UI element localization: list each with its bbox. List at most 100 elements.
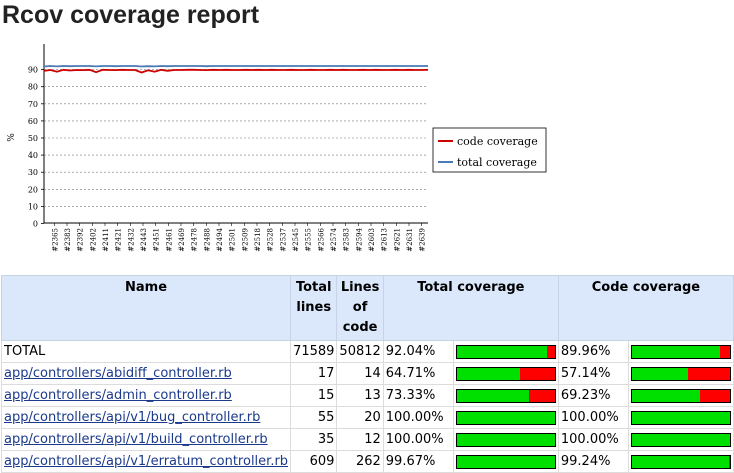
legend-entry: code coverage: [457, 135, 538, 148]
table-header-row: Name Total lines Lines of code Total cov…: [0, 275, 734, 341]
code-coverage-bar: [631, 432, 731, 447]
code-coverage-bar-cell: [628, 340, 734, 363]
code-coverage-percent: 57.14%: [557, 362, 630, 385]
file-name-cell: app/controllers/api/v1/erratum_controlle…: [0, 450, 292, 473]
lines-of-code-cell: 14: [336, 362, 384, 385]
total-coverage-bar-fill: [457, 455, 555, 468]
x-tick-label: #2461: [165, 228, 173, 252]
table-row: app/controllers/api/v1/bug_controller.rb…: [0, 406, 734, 429]
y-tick-label: 80: [28, 83, 38, 92]
column-header-total-lines[interactable]: Total lines: [290, 275, 338, 341]
y-tick-label: 10: [28, 202, 38, 211]
table-row: app/controllers/abidiff_controller.rb 17 1…: [0, 362, 734, 385]
x-tick-label: #2574: [330, 227, 338, 251]
table-row: app/controllers/api/v1/build_controller.…: [0, 428, 734, 451]
code-coverage-bar-fill: [632, 455, 730, 468]
page-title: Rcov coverage report: [2, 1, 260, 29]
lines-of-code-cell: 262: [336, 450, 384, 473]
code-coverage-percent: 69.23%: [557, 384, 630, 407]
x-tick-label: #2478: [191, 228, 199, 252]
table-row: app/controllers/api/v1/erratum_controlle…: [0, 450, 734, 473]
x-tick-label: #2421: [115, 228, 123, 252]
y-axis-label: %: [7, 133, 17, 142]
total-coverage-bar-fill: [457, 411, 555, 424]
x-tick-label: #2383: [64, 228, 72, 252]
lines-of-code-cell: 13: [336, 384, 384, 407]
column-header-name[interactable]: Name: [0, 275, 292, 341]
file-name-cell: app/controllers/api/v1/build_controller.…: [0, 428, 292, 451]
x-tick-label: #2392: [77, 228, 85, 252]
x-tick-label: #2509: [241, 228, 249, 252]
file-link[interactable]: app/controllers/api/v1/bug_controller.rb: [4, 410, 260, 425]
file-name-cell: app/controllers/abidiff_controller.rb: [0, 362, 292, 385]
total-coverage-percent: 73.33%: [382, 384, 455, 407]
y-tick-label: 40: [28, 151, 38, 160]
total-lines-cell: 55: [290, 406, 338, 429]
code-coverage-bar-cell: [628, 362, 734, 385]
total-coverage-bar-cell: [453, 450, 559, 473]
column-header-code-coverage[interactable]: Code coverage: [557, 275, 734, 341]
file-link[interactable]: app/controllers/admin_controller.rb: [4, 388, 232, 403]
x-tick-label: #2528: [267, 228, 275, 252]
file-link[interactable]: app/controllers/api/v1/erratum_controlle…: [4, 454, 288, 469]
x-tick-label: #2501: [229, 228, 237, 252]
code-coverage-bar-fill: [632, 411, 730, 424]
total-coverage-bar: [456, 410, 556, 425]
x-tick-label: #2518: [254, 228, 262, 252]
y-tick-label: 30: [28, 168, 38, 177]
file-link[interactable]: app/controllers/api/v1/build_controller.…: [4, 432, 268, 447]
x-tick-label: #2365: [51, 228, 59, 252]
total-coverage-bar-cell: [453, 340, 559, 363]
x-tick-label: #2631: [406, 228, 414, 252]
code-coverage-percent: 100.00%: [557, 428, 630, 451]
x-tick-label: #2451: [153, 228, 161, 252]
total-lines-cell: 15: [290, 384, 338, 407]
lines-of-code-cell: 12: [336, 428, 384, 451]
code-coverage-bar-cell: [628, 450, 734, 473]
total-coverage-percent: 100.00%: [382, 428, 455, 451]
code-coverage-bar: [631, 454, 731, 469]
total-coverage-bar-fill: [457, 433, 555, 446]
x-tick-label: #2603: [368, 228, 376, 252]
y-tick-label: 0: [33, 220, 38, 229]
code-coverage-bar: [631, 366, 731, 381]
x-tick-label: #2432: [127, 228, 135, 252]
table-row: app/controllers/admin_controller.rb 15 13 7…: [0, 384, 734, 407]
total-lines-cell: 71589: [290, 340, 338, 363]
x-tick-label: #2555: [305, 228, 313, 252]
y-tick-label: 20: [28, 185, 38, 194]
file-name-cell: TOTAL: [0, 340, 292, 363]
y-tick-label: 50: [28, 134, 38, 143]
code-coverage-bar: [631, 410, 731, 425]
column-header-total-coverage[interactable]: Total coverage: [382, 275, 559, 341]
series-line-code-coverage: [43, 68, 429, 74]
total-coverage-bar: [456, 432, 556, 447]
lines-of-code-cell: 50812: [336, 340, 384, 363]
x-tick-label: #2469: [178, 228, 186, 252]
code-coverage-percent: 100.00%: [557, 406, 630, 429]
x-tick-label: #2402: [89, 228, 97, 252]
total-lines-cell: 609: [290, 450, 338, 473]
file-name-cell: app/controllers/admin_controller.rb: [0, 384, 292, 407]
total-coverage-percent: 92.04%: [382, 340, 455, 363]
code-coverage-percent: 89.96%: [557, 340, 630, 363]
x-tick-label: #2621: [393, 228, 401, 252]
total-lines-cell: 35: [290, 428, 338, 451]
column-header-lines-of-code[interactable]: Lines of code: [336, 275, 384, 341]
total-label: TOTAL: [4, 344, 46, 359]
code-coverage-bar-fill: [632, 345, 721, 358]
file-link[interactable]: app/controllers/abidiff_controller.rb: [4, 366, 232, 381]
code-coverage-bar-fill: [632, 389, 700, 402]
file-name-cell: app/controllers/api/v1/bug_controller.rb: [0, 406, 292, 429]
series-line-total-coverage: [43, 65, 428, 68]
coverage-trend-chart: 0 10 20 30 40 50 60 70 80 90% #2365 #2383 #2392 #2402…: [7, 44, 547, 252]
x-tick-label: #2639: [419, 228, 427, 252]
total-coverage-percent: 64.71%: [382, 362, 455, 385]
lines-of-code-cell: 20: [336, 406, 384, 429]
x-tick-label: #2488: [203, 228, 211, 252]
total-coverage-bar: [456, 344, 556, 359]
x-tick-label: #2583: [343, 228, 351, 252]
code-coverage-bar-fill: [632, 433, 730, 446]
total-coverage-bar-cell: [453, 406, 559, 429]
total-lines-cell: 17: [290, 362, 338, 385]
